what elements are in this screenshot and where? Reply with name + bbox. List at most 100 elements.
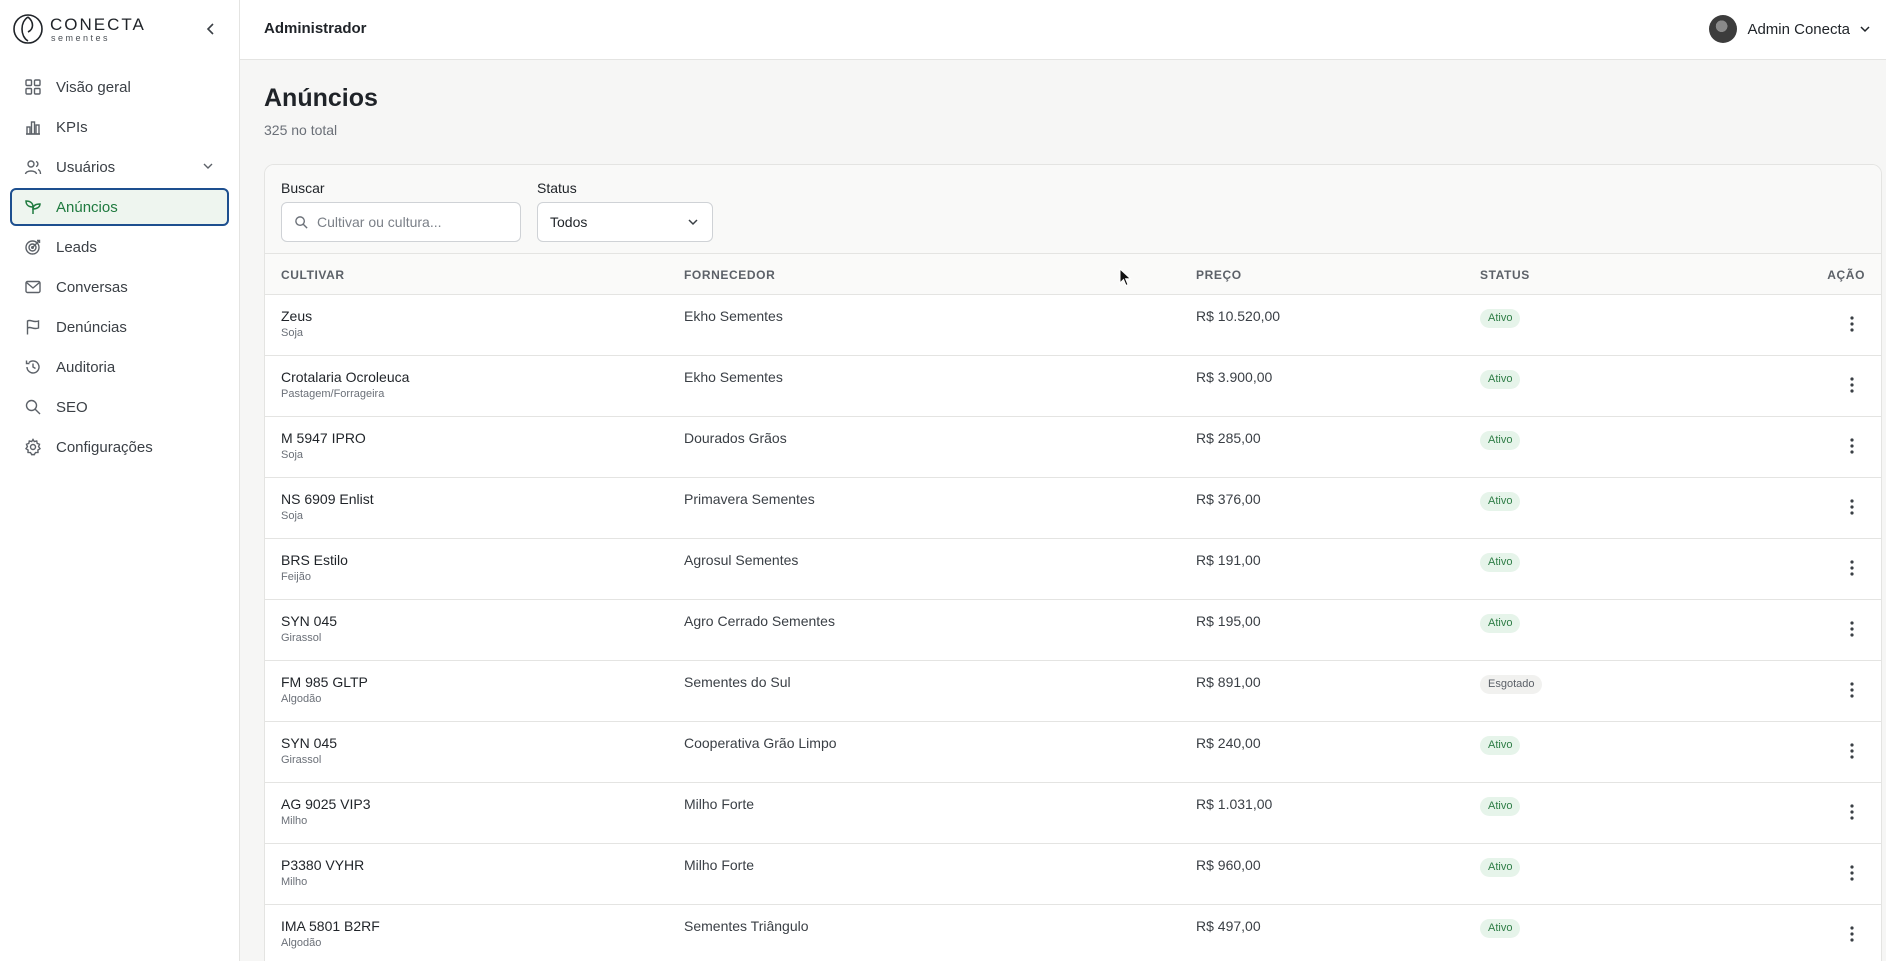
supplier-name: Primavera Sementes <box>684 491 815 507</box>
sidebar-item-label: Configurações <box>56 438 153 456</box>
avatar <box>1709 15 1738 43</box>
chevron-down-icon <box>688 219 698 226</box>
sidebar-item-label: SEO <box>56 398 88 416</box>
table-row[interactable]: AG 9025 VIP3 Milho Milho Forte R$ 1.031,0… <box>265 783 1881 844</box>
crop-name: Girassol <box>281 754 322 766</box>
row-actions-button[interactable] <box>1839 494 1865 520</box>
more-vertical-icon <box>1850 560 1854 576</box>
more-vertical-icon <box>1850 438 1854 454</box>
row-actions-button[interactable] <box>1839 372 1865 398</box>
flag-icon <box>26 319 40 335</box>
cultivar-name: Zeus <box>281 308 313 324</box>
sidebar-item-conversas[interactable]: Conversas <box>10 268 229 306</box>
sidebar-item-kpis[interactable]: KPIs <box>10 108 229 146</box>
more-vertical-icon <box>1850 682 1854 698</box>
search-field[interactable] <box>281 202 521 242</box>
row-actions-button[interactable] <box>1839 555 1865 581</box>
crop-name: Feijão <box>281 571 311 583</box>
supplier-name: Ekho Sementes <box>684 369 783 385</box>
row-actions-button[interactable] <box>1839 921 1865 947</box>
sidebar-item-label: Conversas <box>56 278 128 296</box>
status-badge: Ativo <box>1480 309 1521 328</box>
sidebar-item-auditoria[interactable]: Auditoria <box>10 348 229 386</box>
column-header-fornecedor[interactable]: FORNECEDOR <box>684 268 775 282</box>
more-vertical-icon <box>1850 926 1854 942</box>
status-badge: Ativo <box>1480 370 1521 389</box>
more-vertical-icon <box>1850 804 1854 820</box>
collapse-sidebar-button[interactable] <box>198 16 224 42</box>
row-actions-button[interactable] <box>1839 799 1865 825</box>
sidebar-item-label: Visão geral <box>56 78 131 96</box>
price: R$ 376,00 <box>1196 491 1261 507</box>
more-vertical-icon <box>1850 743 1854 759</box>
sidebar-item-seo[interactable]: SEO <box>10 388 229 426</box>
cultivar-name: SYN 045 <box>281 735 338 751</box>
table-row[interactable]: Crotalaria Ocroleuca Pastagem/Forrageira … <box>265 356 1881 417</box>
status-badge: Ativo <box>1480 431 1521 450</box>
row-actions-button[interactable] <box>1839 860 1865 886</box>
table-row[interactable]: NS 6909 Enlist Soja Primavera Sementes R$… <box>265 478 1881 539</box>
table-row[interactable]: FM 985 GLTP Algodão Sementes do Sul R$ 89… <box>265 661 1881 722</box>
row-actions-button[interactable] <box>1839 616 1865 642</box>
sidebar-item-configuracoes[interactable]: Configurações <box>10 428 229 466</box>
status-badge: Esgotado <box>1480 675 1543 694</box>
brand-logo[interactable]: CONECTA sementes <box>12 12 146 46</box>
sidebar-item-label: Leads <box>56 238 97 256</box>
table-row[interactable]: IMA 5801 B2RF Algodão Sementes Triângulo … <box>265 905 1881 961</box>
chevron-down-icon <box>203 163 213 169</box>
crop-name: Algodão <box>281 693 322 705</box>
supplier-name: Milho Forte <box>684 796 755 812</box>
supplier-name: Dourados Grãos <box>684 430 787 446</box>
column-header-acao: AÇÃO <box>1827 268 1865 282</box>
logo-mark-icon <box>13 14 43 44</box>
dashboard-icon <box>25 79 41 95</box>
table-row[interactable]: BRS Estilo Feijão Agrosul Sementes R$ 191… <box>265 539 1881 600</box>
price: R$ 960,00 <box>1196 857 1261 873</box>
row-actions-button[interactable] <box>1839 311 1865 337</box>
sidebar-item-denuncias[interactable]: Denúncias <box>10 308 229 346</box>
cultivar-name: Crotalaria Ocroleuca <box>281 369 410 385</box>
cultivar-name: FM 985 GLTP <box>281 674 368 690</box>
sidebar-item-visao-geral[interactable]: Visão geral <box>10 68 229 106</box>
search-input[interactable] <box>317 214 507 230</box>
bar-chart-icon <box>26 121 40 135</box>
chevron-left-icon <box>206 23 214 35</box>
user-menu[interactable]: Admin Conecta <box>1709 14 1872 44</box>
crop-name: Pastagem/Forrageira <box>281 388 385 400</box>
cultivar-name: BRS Estilo <box>281 552 348 568</box>
mail-icon <box>25 280 41 294</box>
supplier-name: Cooperativa Grão Limpo <box>684 735 837 751</box>
sidebar-nav: Visão geral KPIs Usuários Anúncios Leads… <box>10 68 229 468</box>
table-row[interactable]: M 5947 IPRO Soja Dourados Grãos R$ 285,00… <box>265 417 1881 478</box>
table-row[interactable]: Zeus Soja Ekho Sementes R$ 10.520,00 Ativ… <box>265 295 1881 356</box>
cultivar-name: IMA 5801 B2RF <box>281 918 380 934</box>
history-icon <box>25 360 40 374</box>
status-badge: Ativo <box>1480 553 1521 572</box>
sidebar-item-label: Denúncias <box>56 318 127 336</box>
table-row[interactable]: P3380 VYHR Milho Milho Forte R$ 960,00 At… <box>265 844 1881 905</box>
row-actions-button[interactable] <box>1839 677 1865 703</box>
row-actions-button[interactable] <box>1839 433 1865 459</box>
column-header-preco[interactable]: PREÇO <box>1196 268 1242 282</box>
table-row[interactable]: SYN 045 Girassol Cooperativa Grão Limpo R… <box>265 722 1881 783</box>
sidebar-item-label: KPIs <box>56 118 88 136</box>
column-header-cultivar[interactable]: CULTIVAR <box>281 268 345 282</box>
brand-subtitle: sementes <box>51 32 111 43</box>
status-badge: Ativo <box>1480 919 1521 938</box>
row-actions-button[interactable] <box>1839 738 1865 764</box>
crop-name: Algodão <box>281 937 322 949</box>
status-badge: Ativo <box>1480 492 1521 511</box>
supplier-name: Sementes Triângulo <box>684 918 809 934</box>
sidebar-item-leads[interactable]: Leads <box>10 228 229 266</box>
status-select[interactable]: Todos <box>537 202 713 242</box>
crop-name: Girassol <box>281 632 322 644</box>
gear-icon <box>25 438 41 456</box>
sidebar-item-usuarios[interactable]: Usuários <box>10 148 229 186</box>
supplier-name: Agro Cerrado Sementes <box>684 613 835 629</box>
column-header-status[interactable]: STATUS <box>1480 268 1530 282</box>
crop-name: Soja <box>281 449 304 461</box>
table-row[interactable]: SYN 045 Girassol Agro Cerrado Sementes R$… <box>265 600 1881 661</box>
price: R$ 191,00 <box>1196 552 1261 568</box>
page-title: Anúncios <box>264 84 378 112</box>
sidebar-item-anuncios[interactable]: Anúncios <box>10 188 229 226</box>
